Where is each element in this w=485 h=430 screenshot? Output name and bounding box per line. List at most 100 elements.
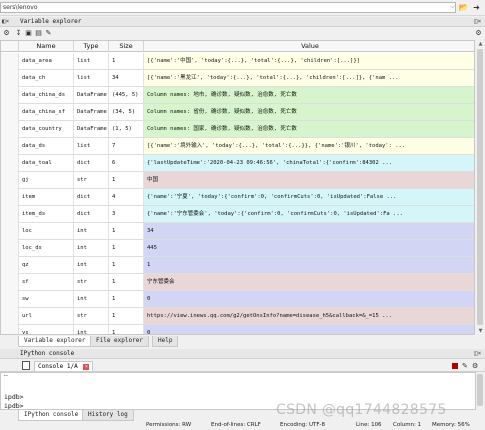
table-row[interactable]: data_china_ds DataFrame (445, 5) Column nam… — [1, 87, 474, 104]
tab-history-log[interactable]: History log — [82, 410, 134, 421]
table-row[interactable]: data_ch list 34 [{'name':'黑龙江', 'today':{..… — [1, 70, 474, 87]
row-handle[interactable] — [1, 138, 19, 155]
column-header-name[interactable]: Name — [19, 41, 74, 52]
cell-name: item — [19, 189, 74, 205]
cell-value[interactable]: [{'name':'境外输入', 'today':{...}, 'total':… — [144, 138, 474, 154]
gear-icon[interactable]: ⚙ — [472, 360, 478, 372]
row-handle[interactable] — [1, 308, 19, 325]
table-row[interactable]: data_area list 1 [{'name':'中国', 'today':{..… — [1, 53, 474, 70]
row-handle[interactable] — [1, 189, 19, 206]
column-header-type[interactable]: Type — [74, 41, 109, 52]
tab-variable-explorer[interactable]: Variable explorer — [18, 336, 92, 347]
cell-value[interactable]: 0 — [144, 325, 474, 334]
path-input[interactable]: sers\lenovo — [0, 2, 456, 13]
table-row[interactable]: qz int 1 1 — [1, 257, 474, 274]
console-tab-label: Console 1/A — [38, 363, 78, 370]
column-header-value[interactable]: Value — [144, 41, 474, 52]
table-row[interactable]: item_ds dict 3 {'name':'宁东管委会', 'today':{'c… — [1, 206, 474, 223]
console-tab-bar: Console 1/A × ✎ ⚙ — [0, 360, 485, 372]
arrow-right-icon[interactable]: ➜ — [471, 2, 482, 13]
cell-value[interactable]: 1 — [144, 257, 474, 273]
table-row[interactable]: gj str 1 中国 — [1, 172, 474, 189]
cell-value[interactable]: 宁东管委会 — [144, 274, 474, 290]
row-handle[interactable] — [1, 257, 19, 274]
tab-help[interactable]: Help — [152, 336, 179, 347]
cell-size: 34 — [109, 70, 144, 86]
row-handle[interactable] — [1, 325, 19, 334]
cell-value[interactable]: [{'name':'黑龙江', 'today':{...}, 'total':{… — [144, 70, 474, 86]
pane-float-icon[interactable]: ◧× — [2, 17, 9, 27]
chevron-down-icon[interactable]: ⌵ — [449, 2, 456, 11]
table-scrollbar[interactable]: ▲ ▼ — [476, 40, 485, 335]
cell-name: data_china_sf — [19, 104, 74, 120]
row-handle[interactable] — [1, 172, 19, 189]
cell-type: int — [74, 325, 109, 334]
status-eol: End-of-lines: CRLF — [211, 422, 261, 428]
table-row[interactable]: ys int 1 0 — [1, 325, 474, 334]
stop-icon[interactable] — [452, 363, 458, 369]
cell-value[interactable]: 445 — [144, 240, 474, 256]
scroll-thumb[interactable] — [477, 49, 483, 325]
save-as-icon[interactable]: ▤ — [34, 28, 43, 39]
variable-explorer-title: Variable explorer — [20, 18, 82, 25]
cell-size: 7 — [109, 138, 144, 154]
pane-options-icon[interactable]: ◫× — [474, 17, 481, 27]
table-row[interactable]: data_country DataFrame (1, 5) Column names:… — [1, 121, 474, 138]
cell-value[interactable]: {'name':'宁夏', 'today':{'confirm':0, 'con… — [144, 189, 474, 205]
table-row[interactable]: loc_ds int 1 445 — [1, 240, 474, 257]
row-handle[interactable] — [1, 206, 19, 223]
cell-value[interactable]: https://view.inews.qq.com/g2/getOnsInfo?… — [144, 308, 474, 324]
table-row[interactable]: sw int 1 0 — [1, 291, 474, 308]
table-row[interactable]: item dict 4 {'name':'宁夏', 'today':{'confirm… — [1, 189, 474, 206]
row-handle[interactable] — [1, 274, 19, 291]
cell-name: data_china_ds — [19, 87, 74, 103]
row-handle[interactable] — [1, 155, 19, 172]
cell-type: list — [74, 70, 109, 86]
console-scroll-thumb[interactable] — [477, 374, 483, 406]
cell-value[interactable]: 中国 — [144, 172, 474, 188]
tab-ipython-console[interactable]: IPython console — [18, 410, 85, 421]
cell-size: 3 — [109, 206, 144, 222]
table-row[interactable]: data_ds list 7 [{'name':'境外输入', 'today':{..… — [1, 138, 474, 155]
table-row[interactable]: loc int 1 34 — [1, 223, 474, 240]
scroll-up-icon[interactable]: ▲ — [476, 40, 485, 48]
cell-value[interactable]: [{'name':'中国', 'today':{...}, 'total':{.… — [144, 53, 474, 69]
row-handle[interactable] — [1, 291, 19, 308]
row-handle[interactable] — [1, 104, 19, 121]
pane-options-icon[interactable]: ◫× — [474, 349, 481, 359]
row-handle[interactable] — [1, 70, 19, 87]
row-handle[interactable] — [1, 53, 19, 70]
cell-value[interactable]: Column names: 省份, 确诊数, 疑似数, 治愈数, 死亡数 — [144, 104, 474, 120]
edit-icon[interactable]: ✎ — [462, 360, 468, 372]
gear-icon[interactable]: ⚙ — [2, 28, 11, 39]
console-tab[interactable]: Console 1/A × — [34, 361, 94, 371]
save-icon[interactable]: ▣ — [24, 28, 33, 39]
status-encoding: Encoding: UTF-8 — [280, 422, 325, 428]
row-handle[interactable] — [1, 240, 19, 257]
import-data-icon[interactable]: ↧ — [14, 28, 23, 39]
cell-value[interactable]: 0 — [144, 291, 474, 307]
tab-file-explorer[interactable]: File explorer — [90, 336, 149, 347]
cell-value[interactable]: {'name':'宁东管委会', 'today':{'confirm':0, '… — [144, 206, 474, 222]
table-row[interactable]: sf str 1 宁东管委会 — [1, 274, 474, 291]
folder-icon[interactable]: 📂 — [458, 2, 469, 13]
table-row[interactable]: url str 1 https://view.inews.qq.com/g2/getO… — [1, 308, 474, 325]
table-row[interactable]: data_toal dict 6 {'lastUpdateTime':'2020-04… — [1, 155, 474, 172]
cell-value[interactable]: Column names: 国家, 确诊数, 疑似数, 治愈数, 死亡数 — [144, 121, 474, 137]
row-handle[interactable] — [1, 121, 19, 138]
row-handle[interactable] — [1, 87, 19, 104]
cell-value[interactable]: Column names: 地市, 确诊数, 疑似数, 治愈数, 死亡数 — [144, 87, 474, 103]
options-gear-icon[interactable]: ⚙ — [474, 28, 483, 39]
ipython-console-header: IPython console ◫× — [0, 349, 485, 359]
table-row[interactable]: data_china_sf DataFrame (34, 5) Column name… — [1, 104, 474, 121]
variable-explorer-toolbar: ⚙ ↧ ▣ ▤ ✎ ⚙ — [0, 28, 485, 39]
close-icon[interactable]: × — [83, 364, 90, 370]
column-header-size[interactable]: Size — [109, 41, 144, 52]
cell-size: 1 — [109, 257, 144, 273]
erase-icon[interactable]: ✎ — [44, 28, 53, 39]
cell-value[interactable]: 34 — [144, 223, 474, 239]
row-handle[interactable] — [1, 223, 19, 240]
cell-value[interactable]: {'lastUpdateTime':'2020-04-23 09:46:56',… — [144, 155, 474, 171]
console-scrollbar[interactable] — [476, 372, 485, 410]
scroll-down-icon[interactable]: ▼ — [476, 327, 485, 335]
